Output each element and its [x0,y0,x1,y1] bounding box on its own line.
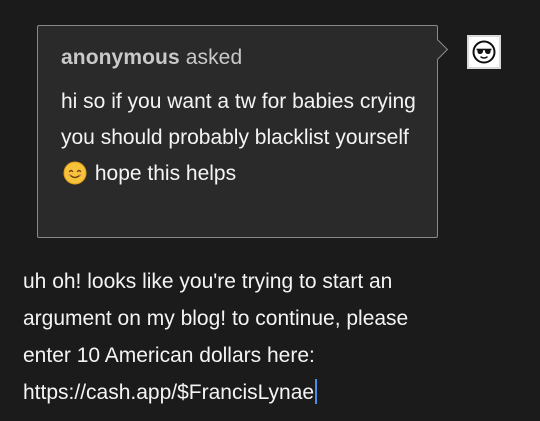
cash-app-link[interactable]: https://cash.app/$FrancisLynae [23,381,314,404]
ask-box: anonymous asked hi so if you want a tw f… [37,25,449,238]
answer-line-1: uh oh! looks like you're trying to start… [23,270,393,293]
ask-text-after-emoji: hope this helps [94,162,237,185]
answer-line-2: argument on my blog! to continue, please [23,307,409,330]
asker-name[interactable]: anonymous [61,46,180,69]
asked-label: asked [185,46,243,69]
ask-question-text: hi so if you want a tw for babies crying… [61,84,421,192]
answer-text: uh oh! looks like you're trying to start… [23,263,523,411]
text-cursor [315,379,318,404]
avatar[interactable] [467,35,501,69]
smiling-face-icon [63,161,87,185]
ask-text-before-emoji: hi so if you want a tw for babies crying… [61,90,416,149]
ask-header: anonymous asked [61,46,242,70]
answer-line-3: enter 10 American dollars here: [23,344,315,367]
sunglasses-face-icon [472,40,496,64]
answer-line-4: https://cash.app/$FrancisLynae [23,374,523,411]
ask-pointer-arrow [426,38,449,61]
